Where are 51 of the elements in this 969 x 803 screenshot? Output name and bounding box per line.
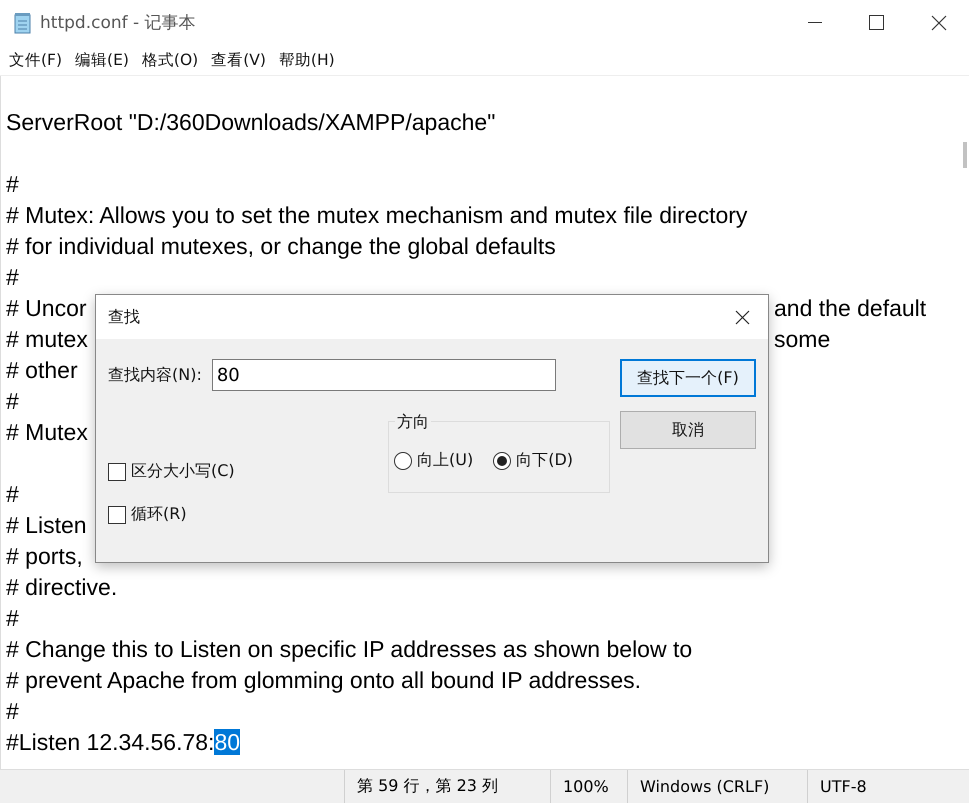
scrollbar-thumb[interactable] bbox=[963, 142, 967, 168]
radio-button[interactable] bbox=[493, 452, 512, 470]
find-next-button[interactable]: 查找下一个(F) bbox=[620, 359, 756, 397]
maximize-icon[interactable] bbox=[869, 15, 884, 30]
close-icon[interactable] bbox=[735, 310, 750, 324]
text-line: # prevent Apache from glomming onto all bound IP addresses. bbox=[6, 667, 642, 693]
menu-item[interactable]: 查看(V) bbox=[206, 48, 271, 72]
status-field: Windows (CRLF) bbox=[627, 770, 807, 803]
text-line: # for individual mutexes, or change the global defaults bbox=[6, 233, 556, 259]
menu-item[interactable]: 编辑(E) bbox=[70, 48, 134, 72]
text-line: # bbox=[6, 171, 19, 197]
text-line: # Listen bbox=[6, 512, 87, 538]
text-line: # Uncor bbox=[6, 295, 87, 321]
text-line: #Listen 12.34.56.78: bbox=[6, 729, 214, 755]
checkbox[interactable] bbox=[108, 462, 126, 480]
status-field: UTF-8 bbox=[807, 770, 969, 803]
checkbox-label: 循环(R) bbox=[131, 504, 187, 525]
text-line: # Mutex bbox=[6, 419, 88, 445]
find-label: 查找内容(N): bbox=[108, 364, 202, 386]
notepad-icon bbox=[14, 12, 32, 34]
window-title: httpd.conf - 记事本 bbox=[40, 12, 196, 34]
close-icon[interactable] bbox=[931, 14, 947, 30]
text-line: ServerRoot "D:/360Downloads/XAMPP/apache" bbox=[6, 109, 496, 135]
menu-item[interactable]: 帮助(H) bbox=[274, 48, 340, 72]
text-line: # ports, bbox=[6, 543, 83, 569]
minimize-icon[interactable] bbox=[808, 22, 822, 24]
text-line: # other bbox=[6, 357, 78, 383]
text-line: # bbox=[6, 388, 19, 414]
radio-button[interactable] bbox=[394, 452, 412, 470]
status-field: 第 59 行，第 23 列 bbox=[344, 770, 550, 803]
status-field: 100% bbox=[550, 770, 627, 803]
radio-label: 向上(U) bbox=[417, 450, 474, 471]
checkbox[interactable] bbox=[108, 506, 126, 524]
cancel-button[interactable]: 取消 bbox=[620, 411, 756, 449]
text-line: # directive. bbox=[6, 574, 118, 600]
text-line: # bbox=[6, 264, 19, 290]
menu-item[interactable]: 格式(O) bbox=[136, 48, 204, 72]
text-line: # bbox=[6, 605, 19, 631]
selected-text: 80 bbox=[214, 729, 240, 755]
text-line: # Change this to Listen on specific IP addresses as shown below to bbox=[6, 636, 692, 662]
dialog-title: 查找 bbox=[108, 306, 140, 328]
menu-item[interactable]: 文件(F) bbox=[4, 48, 68, 72]
text-line: and the default bbox=[773, 294, 926, 323]
text-line: # bbox=[6, 698, 19, 724]
text-line: # mutex bbox=[6, 326, 88, 352]
find-input[interactable]: 80 bbox=[212, 359, 556, 391]
checkbox-label: 区分大小写(C) bbox=[131, 461, 235, 482]
text-line: some bbox=[773, 325, 830, 354]
text-line: # Mutex: Allows you to set the mutex mechanism and mutex file directory bbox=[6, 202, 748, 228]
text-line: # bbox=[6, 481, 19, 507]
radio-label: 向下(D) bbox=[516, 450, 574, 471]
